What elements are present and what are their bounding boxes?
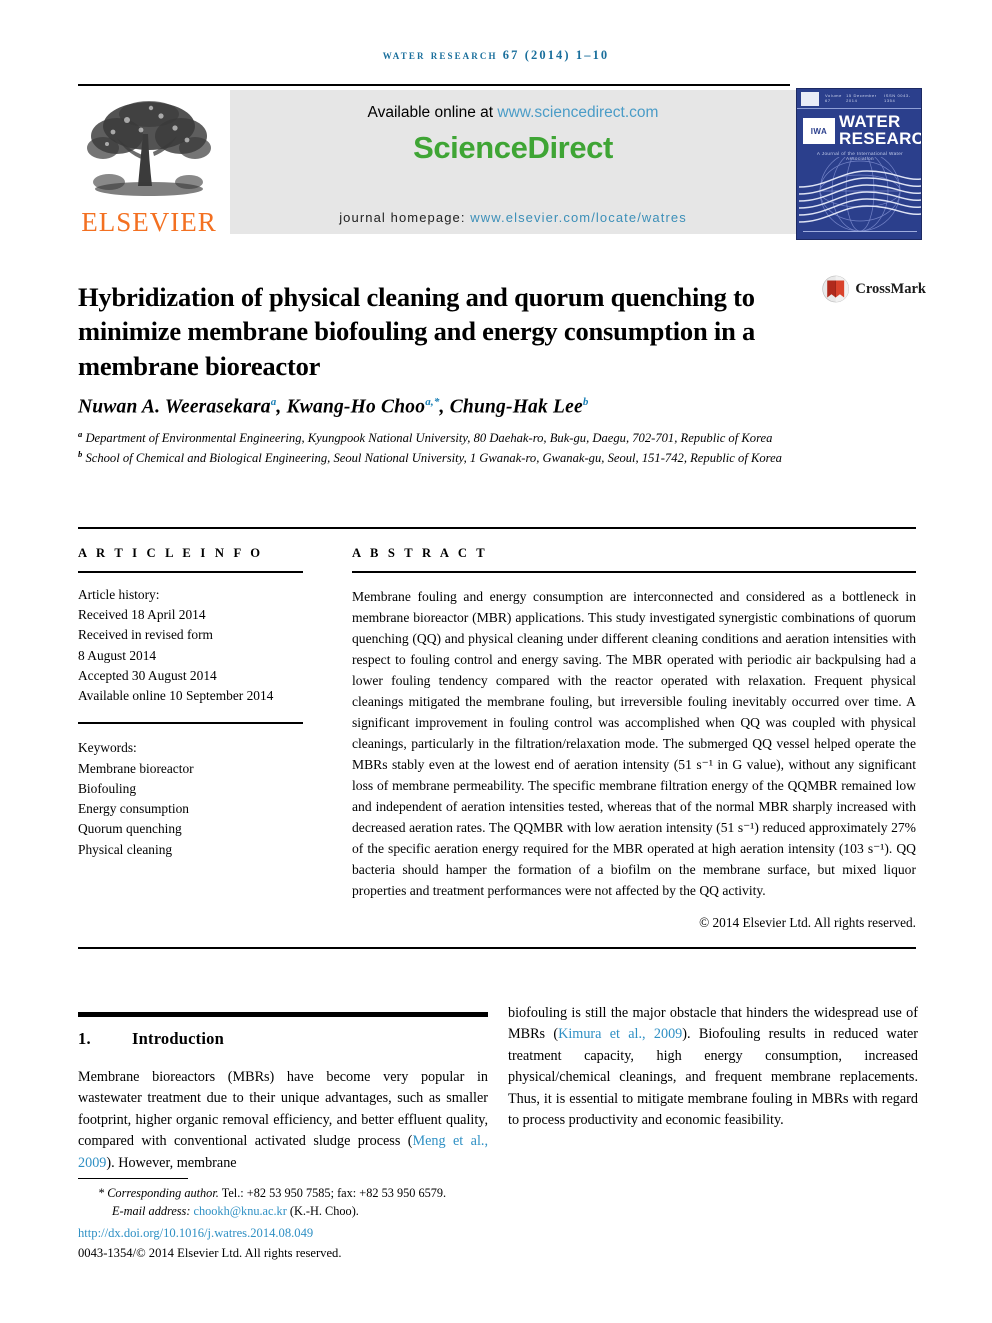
section-number: 1. bbox=[78, 1029, 91, 1048]
article-info-section: A R T I C L E I N F O Article history: R… bbox=[78, 546, 303, 860]
elsevier-wordmark: ELSEVIER bbox=[81, 207, 217, 237]
masthead: ELSEVIER Available online at www.science… bbox=[78, 88, 923, 240]
running-head: water research 67 (2014) 1–10 bbox=[382, 48, 610, 62]
citation-link[interactable]: Kimura et al., 2009 bbox=[558, 1026, 682, 1042]
keywords-top-rule bbox=[78, 722, 303, 725]
email-label: E-mail address: bbox=[112, 1203, 194, 1218]
journal-homepage-link[interactable]: www.elsevier.com/locate/watres bbox=[470, 210, 687, 225]
cover-volume-line: Volume 67 15 December 2014 ISSN 0043-135… bbox=[825, 93, 917, 103]
affiliation-text: School of Chemical and Biological Engine… bbox=[85, 451, 782, 466]
crossmark-badge[interactable]: CrossMark bbox=[822, 266, 926, 312]
journal-article-page: water research 67 (2014) 1–10 ELSEVIER A… bbox=[0, 0, 992, 1323]
keyword-item: Physical cleaning bbox=[78, 841, 173, 857]
cover-title-line2: RESEARCH bbox=[839, 129, 921, 149]
author-affil-mark: b bbox=[582, 396, 589, 408]
author-affil-mark: a bbox=[270, 396, 277, 408]
affiliation-mark: a bbox=[78, 429, 83, 439]
article-history-item: Accepted 30 August 2014 bbox=[78, 667, 217, 683]
article-info-heading-rule bbox=[78, 571, 303, 573]
email-suffix: (K.-H. Choo). bbox=[286, 1203, 359, 1218]
cover-issn: ISSN 0043-1354 bbox=[884, 93, 911, 103]
cover-date: 15 December 2014 bbox=[846, 93, 877, 103]
cover-bottom-rule bbox=[803, 231, 917, 232]
abstract-section: A B S T R A C T Membrane fouling and ene… bbox=[352, 546, 916, 931]
article-history-label: Article history: bbox=[78, 587, 160, 602]
article-history-item: Received in revised form bbox=[78, 627, 213, 643]
abstract-heading-rule bbox=[352, 571, 916, 573]
author-list: Nuwan A. Weerasekaraa, Kwang-Ho Chooa,*,… bbox=[78, 396, 589, 418]
article-info-heading: A R T I C L E I N F O bbox=[78, 546, 264, 560]
footnote-rule bbox=[78, 1178, 188, 1179]
keyword-item: Quorum quenching bbox=[78, 821, 182, 837]
body-top-rule bbox=[78, 947, 916, 949]
sciencedirect-banner: Available online at www.sciencedirect.co… bbox=[230, 90, 796, 234]
intro-paragraph-right: biofouling is still the major obstacle t… bbox=[508, 1003, 918, 1131]
article-history-item: Received 18 April 2014 bbox=[78, 607, 206, 623]
page-title: Hybridization of physical cleaning and q… bbox=[78, 281, 756, 381]
affiliation-item: b School of Chemical and Biological Engi… bbox=[78, 448, 798, 468]
crossmark-label: CrossMark bbox=[855, 280, 926, 297]
author-name: Kwang-Ho Choo bbox=[286, 396, 426, 418]
page-footnote: * Corresponding author. Tel.: +82 53 950… bbox=[78, 1178, 518, 1263]
author-name: Nuwan A. Weerasekara bbox=[78, 396, 271, 418]
issn-copyright-line: 0043-1354/© 2014 Elsevier Ltd. All right… bbox=[78, 1246, 342, 1261]
intro-text-part2: ). However, membrane bbox=[106, 1154, 237, 1171]
cover-publisher-mark bbox=[801, 92, 819, 106]
crossmark-icon[interactable] bbox=[822, 268, 850, 310]
keyword-item: Biofouling bbox=[78, 780, 137, 796]
affiliation-list: a Department of Environmental Engineerin… bbox=[78, 428, 798, 468]
available-online-line: Available online at www.sciencedirect.co… bbox=[230, 90, 796, 122]
abstract-top-rule bbox=[78, 527, 916, 529]
cover-volume: Volume 67 bbox=[825, 93, 842, 103]
available-online-text: Available online at bbox=[367, 104, 498, 121]
elsevier-logo: ELSEVIER bbox=[78, 88, 220, 236]
journal-cover-image: Volume 67 15 December 2014 ISSN 0043-135… bbox=[796, 88, 922, 240]
email-line: E-mail address: chookh@knu.ac.kr (K.-H. … bbox=[78, 1203, 518, 1221]
keyword-item: Energy consumption bbox=[78, 801, 189, 817]
keyword-item: Membrane bioreactor bbox=[78, 760, 194, 776]
email-link[interactable]: chookh@knu.ac.kr bbox=[194, 1204, 287, 1218]
cover-title-line1: WATER bbox=[839, 112, 901, 131]
journal-homepage-line: journal homepage: www.elsevier.com/locat… bbox=[230, 210, 796, 225]
article-history-block: Article history: Received 18 April 2014 … bbox=[78, 585, 303, 706]
abstract-copyright: © 2014 Elsevier Ltd. All rights reserved… bbox=[699, 914, 916, 930]
body-column-left: 1. Introduction Membrane bioreactors (MBR… bbox=[78, 1012, 488, 1188]
section-title-text: Introduction bbox=[132, 1029, 224, 1048]
abstract-heading: A B S T R A C T bbox=[352, 546, 488, 560]
keywords-label: Keywords: bbox=[78, 740, 137, 756]
corresponding-author-label: Corresponding author. bbox=[107, 1186, 219, 1200]
section-heading: 1. Introduction bbox=[78, 1029, 488, 1049]
cover-globe-waves-graphic bbox=[798, 157, 921, 231]
doi-link[interactable]: http://dx.doi.org/10.1016/j.watres.2014.… bbox=[78, 1224, 518, 1242]
iwa-logo: IWA bbox=[802, 117, 836, 145]
journal-homepage-label: journal homepage: bbox=[339, 210, 471, 225]
affiliation-mark: b bbox=[78, 449, 83, 460]
sciencedirect-wordmark: ScienceDirect bbox=[413, 130, 613, 165]
article-history-item: 8 August 2014 bbox=[78, 647, 157, 663]
author-name: Chung-Hak Lee bbox=[449, 396, 583, 418]
elsevier-tree-icon bbox=[87, 101, 211, 196]
article-history-item: Available online 10 September 2014 bbox=[78, 688, 274, 704]
corresponding-author-contact: Tel.: +82 53 950 7585; fax: +82 53 950 6… bbox=[218, 1186, 447, 1200]
masthead-top-rule bbox=[78, 84, 790, 86]
body-column-right: biofouling is still the major obstacle t… bbox=[508, 1003, 918, 1145]
affiliation-text: Department of Environmental Engineering,… bbox=[85, 431, 773, 446]
intro-paragraph-left: Membrane bioreactors (MBRs) have become … bbox=[78, 1067, 488, 1174]
corresponding-author-line: * Corresponding author. Tel.: +82 53 950… bbox=[78, 1185, 518, 1203]
section-heading-bar bbox=[78, 1012, 488, 1017]
sciencedirect-link[interactable]: www.sciencedirect.com bbox=[497, 104, 658, 121]
cover-journal-title: WATER RESEARCH bbox=[839, 112, 921, 149]
abstract-text: Membrane fouling and energy consumption … bbox=[352, 589, 916, 898]
affiliation-item: a Department of Environmental Engineerin… bbox=[78, 428, 798, 448]
corresponding-star: * bbox=[98, 1186, 108, 1200]
keywords-block: Keywords: Membrane bioreactor Biofouling… bbox=[78, 738, 303, 859]
author-affil-mark: a,* bbox=[425, 396, 440, 408]
